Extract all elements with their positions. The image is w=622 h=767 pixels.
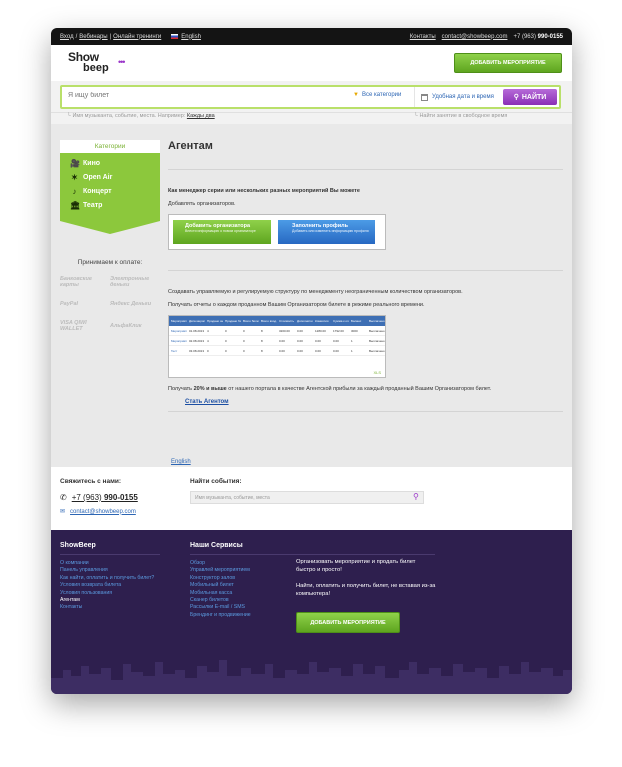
main-content: Агентам Как менеджер серии или нескольки… (168, 140, 563, 412)
login-link[interactable]: Вход (60, 34, 74, 40)
film-camera-icon: 🎥 (70, 158, 80, 168)
footer-link[interactable]: Сканер билетов (190, 597, 251, 604)
theater-icon: 🏛 (70, 200, 81, 210)
footer-link[interactable]: Контакты (60, 604, 154, 611)
search-icon: ⚲ (513, 94, 519, 101)
category-theater[interactable]: 🏛 Театр (70, 198, 160, 212)
search-icon[interactable]: ⚲ (413, 492, 419, 501)
fill-profile-button[interactable]: Заполнить профиль Добавить или изменить и… (278, 220, 375, 244)
contact-email[interactable]: ✉ contact@showbeep.com (60, 508, 136, 516)
e-money-logo: Электронные деньги (110, 276, 150, 288)
find-button[interactable]: ⚲ НАЙТИ (503, 89, 557, 105)
divider (168, 169, 563, 170)
export-xls-icon[interactable]: XLS (373, 370, 381, 375)
footer-add-event-button[interactable]: Добавить мероприятие (296, 612, 400, 633)
yandex-money-logo: Яндекс Деньги (110, 301, 152, 307)
table-row: Тест03.08.2013 19:0000080.000.000.000.00… (169, 346, 385, 356)
contacts-link[interactable]: Контакты (410, 34, 436, 40)
contacts-section: Свяжитесь с нами: ✆ +7 (963) 990-0155 ✉ … (51, 467, 572, 530)
qiwi-logo: VISA QIWI WALLET (60, 320, 87, 332)
category-ribbon-tip (60, 221, 160, 234)
phone: +7 (963) 990-0155 (513, 33, 563, 40)
footer: ShowBeep О компании Панель управления Ка… (51, 530, 572, 694)
table-header: МероприятиеДата мероприятияПродано онлай… (169, 316, 385, 326)
footer-promo-text: Организовать мероприятие и продать билет… (296, 559, 436, 597)
footer-link[interactable]: О компании (60, 560, 154, 567)
footer-link[interactable]: Как найти, оплатить и получить билет? (60, 575, 154, 582)
search-input[interactable] (68, 92, 348, 99)
open-air-icon: ✶ (71, 172, 78, 182)
categories-title: Категории (60, 140, 160, 153)
category-open-air[interactable]: ✶ Open Air (70, 170, 160, 184)
footer-col1-title: ShowBeep (60, 542, 96, 549)
search-box: ▼ Все категории Удобная дата и время ⚲ Н… (60, 85, 561, 109)
alfaclick-logo: АльфаКлик (110, 323, 142, 329)
divider (168, 411, 563, 412)
bank-card-logo: Банковские карты (60, 276, 92, 288)
category-list: 🎥 Кино ✶ Open Air ♪ Концерт 🏛 Театр (60, 153, 160, 221)
footer-col2-links: Обзор Управлей мероприятием Конструктор … (190, 560, 251, 619)
footer-link[interactable]: Условия пользования (60, 590, 154, 597)
calendar-icon (421, 93, 428, 101)
contacts-title: Свяжитесь с нами: (60, 478, 122, 485)
search-row: ▼ Все категории Удобная дата и время ⚲ Н… (51, 81, 572, 113)
envelope-icon: ✉ (60, 509, 66, 515)
content-area: Категории 🎥 Кино ✶ Open Air ♪ Концерт 🏛 Теат… (51, 124, 572, 467)
divider (60, 554, 160, 555)
sidebar: Категории 🎥 Кино ✶ Open Air ♪ Концерт 🏛 Теат… (60, 140, 160, 333)
add-organizer-button[interactable]: Добавить организатора Внести информацию о… (173, 220, 271, 244)
footer-link[interactable]: Панель управления (60, 567, 154, 574)
footer-link[interactable]: Управлей мероприятием (190, 567, 251, 574)
email-link[interactable]: contact@showbeep.com (442, 34, 508, 40)
payment-methods: Банковские карты Электронные деньги PayP… (60, 275, 160, 333)
payment-title: Принимаем к оплате: (77, 259, 143, 266)
city-skyline-image (51, 660, 572, 694)
page-title: Агентам (168, 140, 213, 152)
category-dropdown[interactable]: ▼ Все категории (353, 92, 401, 98)
trainings-link[interactable]: Онлайн тренинги (113, 34, 161, 40)
become-agent-link[interactable]: Стать Агентом (185, 399, 563, 405)
header: Show beep ••• Добавить мероприятие (51, 45, 572, 81)
report-table: МероприятиеДата мероприятияПродано онлай… (168, 315, 386, 378)
hint-example-link[interactable]: Кажды два (187, 113, 215, 119)
add-event-button[interactable]: Добавить мероприятие (454, 53, 562, 73)
promo-panel: Добавить организатора Внести информацию о… (168, 214, 386, 250)
logo-dots-icon: ••• (118, 57, 126, 67)
webinars-link[interactable]: Вебинары (79, 34, 107, 40)
browser-window: Вход / Вебинары | Онлайн тренинги English … (51, 28, 572, 694)
category-concert[interactable]: ♪ Концерт (70, 184, 160, 198)
logo[interactable]: Show beep ••• (68, 51, 128, 75)
chevron-down-icon: ▼ (353, 92, 359, 98)
date-picker[interactable]: Удобная дата и время (414, 87, 494, 107)
footer-search-input[interactable]: Имя музыканта, событие, места (190, 491, 424, 504)
footer-col2-title: Наши Сервисы (190, 542, 243, 549)
paypal-logo: PayPal (60, 301, 79, 307)
uk-flag-icon (171, 34, 179, 39)
search-hints: └ Имя музыканта, событие, места. Наприме… (51, 113, 572, 124)
table-row: Мероприятие02.08.2013 19:0040080.000.000… (169, 336, 385, 346)
top-bar: Вход / Вебинары | Онлайн тренинги English … (51, 28, 572, 45)
footer-col1-links: О компании Панель управления Как найти, … (60, 560, 154, 612)
contact-phone: ✆ +7 (963) 990-0155 (60, 493, 138, 502)
language-switch-link[interactable]: English (171, 459, 191, 465)
divider (190, 554, 435, 555)
footer-link-current[interactable]: Агентам (60, 597, 154, 604)
category-kino[interactable]: 🎥 Кино (70, 156, 160, 170)
footer-link[interactable]: Условия возврата билета (60, 582, 154, 589)
footer-link[interactable]: Мобильный билет (190, 582, 251, 589)
table-row: Мероприятие01.08.2013 19:0040083200.000.… (169, 326, 385, 336)
footer-link[interactable]: Рассылки E-mail / SMS (190, 604, 251, 611)
phone-icon: ✆ (60, 493, 67, 502)
language-link[interactable]: English (181, 34, 201, 40)
footer-link[interactable]: Брендинг и продвижение (190, 612, 251, 619)
find-events-title: Найти события: (190, 478, 242, 485)
footer-link[interactable]: Мобильная касса (190, 590, 251, 597)
divider (168, 270, 563, 271)
microphone-icon: ♪ (72, 186, 77, 196)
